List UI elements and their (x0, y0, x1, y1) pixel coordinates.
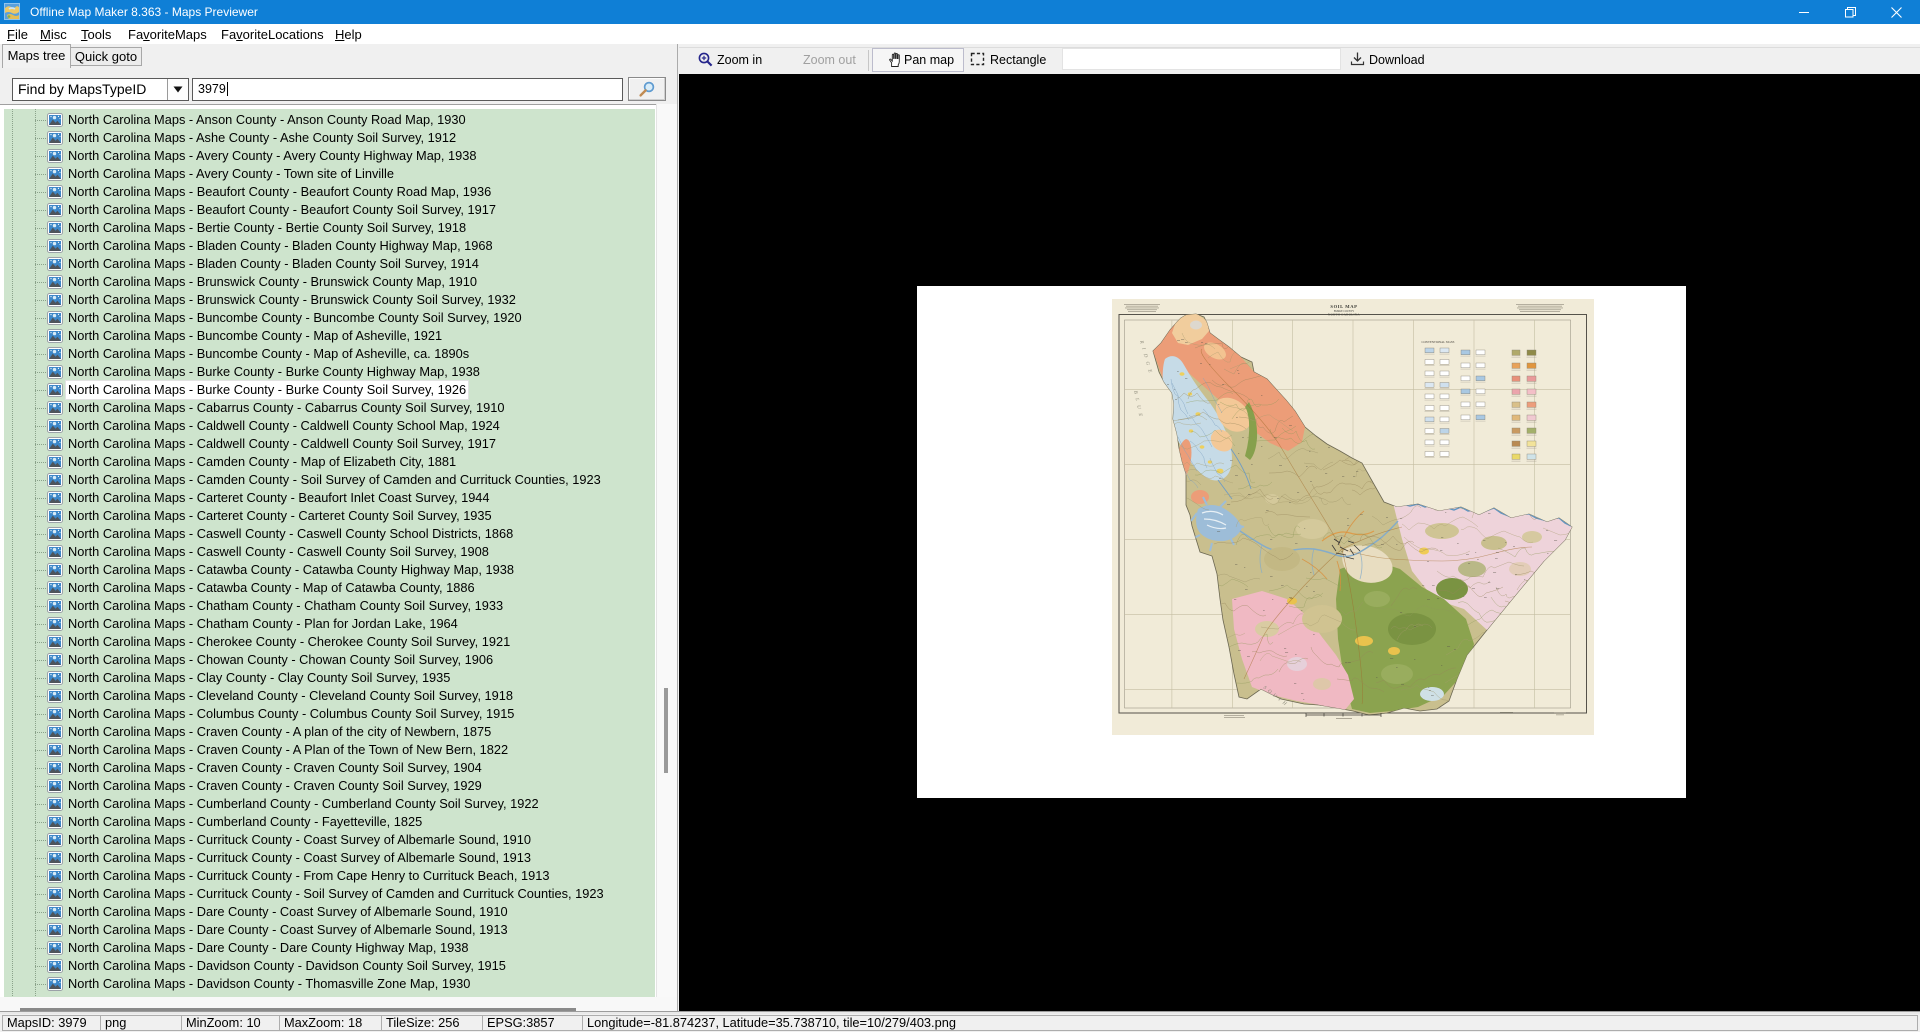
svg-text:CONVENTIONAL SIGNS: CONVENTIONAL SIGNS (1422, 340, 1455, 344)
svg-text:NORTH CAROLINA: NORTH CAROLINA (1328, 313, 1360, 317)
svg-text:SOIL MAP: SOIL MAP (1330, 304, 1357, 309)
